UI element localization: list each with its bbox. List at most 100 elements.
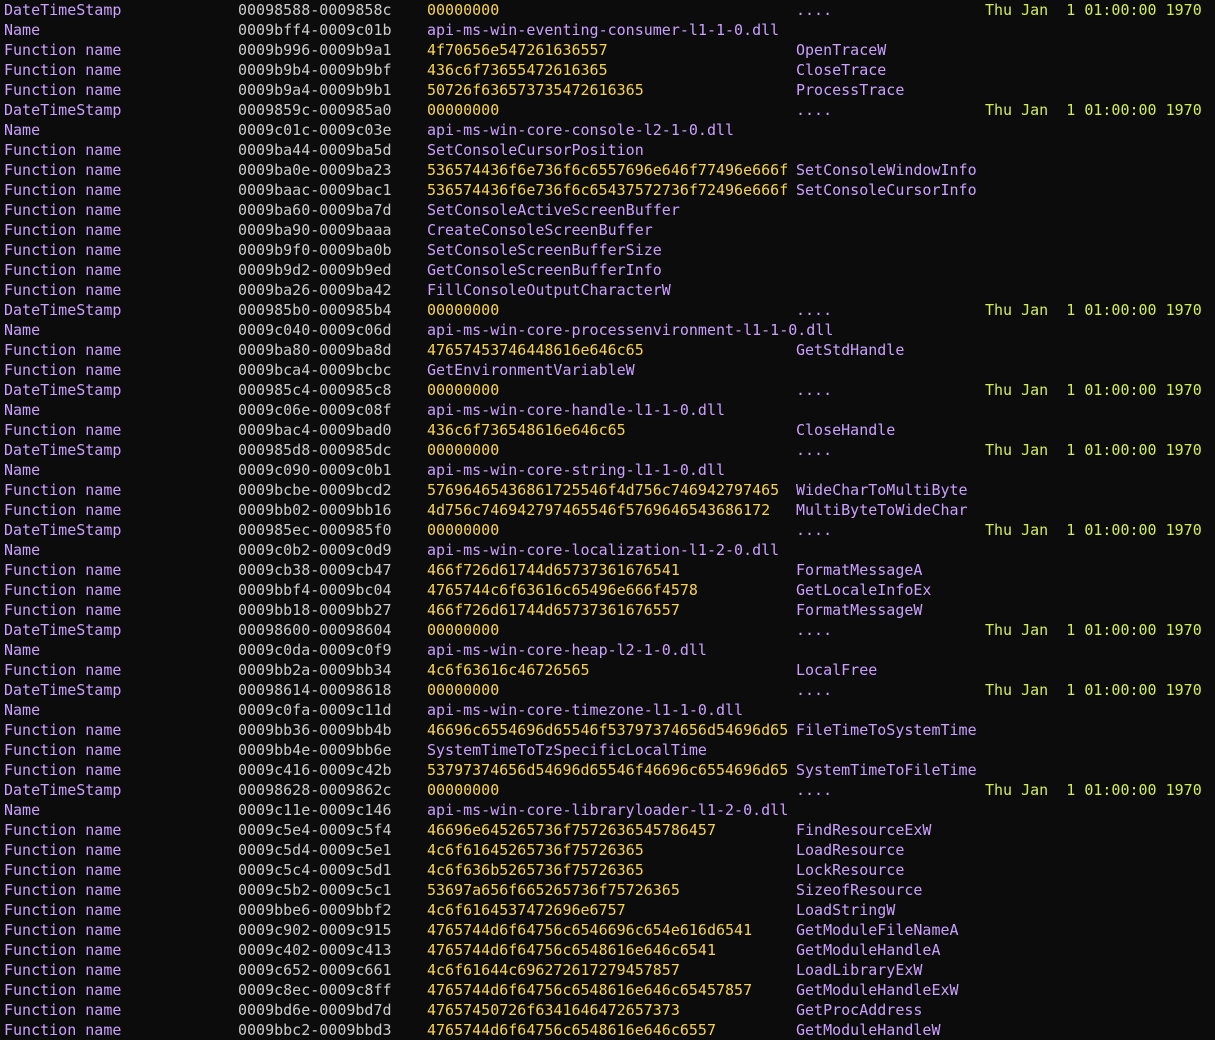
entry-type-label: DateTimeStamp bbox=[4, 781, 122, 799]
entry-type-label: Name bbox=[4, 121, 41, 139]
output-line: Function name 0009b9a4-0009b9b1 50726f6365… bbox=[0, 80, 1215, 100]
entry-value: api-ms-win-core-string-l1-1-0.dll bbox=[427, 461, 726, 479]
address-range: 000985c4-000985c8 bbox=[238, 381, 392, 399]
entry-value: api-ms-win-core-heap-l2-1-0.dll bbox=[427, 641, 707, 659]
decoded-symbol: .... bbox=[796, 781, 833, 799]
entry-type-label: Function name bbox=[4, 941, 122, 959]
entry-value: 00000000 bbox=[427, 381, 500, 399]
entry-value: 4c6f61645265736f75726365 bbox=[427, 841, 644, 859]
entry-value: SystemTimeToTzSpecificLocalTime bbox=[427, 741, 707, 759]
decoded-symbol: CloseHandle bbox=[796, 421, 896, 439]
entry-type-label: Function name bbox=[4, 721, 122, 739]
entry-value: 00000000 bbox=[427, 441, 500, 459]
output-line: Function name 0009c402-0009c413 4765744d6f… bbox=[0, 940, 1215, 960]
output-line: DateTimeStamp 00098614-00098618 00000000..… bbox=[0, 680, 1215, 700]
timestamp-text: Thu Jan 1 01:00:00 1970 bbox=[985, 681, 1202, 699]
entry-value: api-ms-win-core-processenvironment-l1-1-… bbox=[427, 321, 834, 339]
entry-value: 00000000 bbox=[427, 301, 500, 319]
entry-value: 466f726d61744d65737361676557 bbox=[427, 601, 680, 619]
output-line: Function name 0009b9d2-0009b9ed GetConsole… bbox=[0, 260, 1215, 280]
entry-value: CreateConsoleScreenBuffer bbox=[427, 221, 653, 239]
entry-value: api-ms-win-core-timezone-l1-1-0.dll bbox=[427, 701, 744, 719]
entry-type-label: Function name bbox=[4, 601, 122, 619]
entry-type-label: Function name bbox=[4, 421, 122, 439]
entry-value: 4765744d6f64756c6548616e646c65457857 bbox=[427, 981, 753, 999]
entry-type-label: Function name bbox=[4, 41, 122, 59]
entry-type-label: Function name bbox=[4, 221, 122, 239]
entry-value: 47657450726f6341646472657373 bbox=[427, 1001, 680, 1019]
decoded-symbol: LoadResource bbox=[796, 841, 905, 859]
address-range: 0009859c-000985a0 bbox=[238, 101, 392, 119]
entry-type-label: Name bbox=[4, 701, 41, 719]
entry-type-label: Name bbox=[4, 461, 41, 479]
entry-type-label: Function name bbox=[4, 861, 122, 879]
output-line: Name 0009c11e-0009c146 api-ms-win-core-lib… bbox=[0, 800, 1215, 820]
entry-value: 46696c6554696d65546f53797374656d54696d65 bbox=[427, 721, 789, 739]
decoded-symbol: WideCharToMultiByte bbox=[796, 481, 968, 499]
output-line: Function name 0009ba0e-0009ba23 536574436f… bbox=[0, 160, 1215, 180]
address-range: 0009ba90-0009baaa bbox=[238, 221, 392, 239]
address-range: 0009c5d4-0009c5e1 bbox=[238, 841, 392, 859]
address-range: 0009c090-0009c0b1 bbox=[238, 461, 392, 479]
entry-value: 536574436f6e736f6c65437572736f72496e666f bbox=[427, 181, 789, 199]
output-line: Function name 0009cb38-0009cb47 466f726d61… bbox=[0, 560, 1215, 580]
decoded-symbol: ProcessTrace bbox=[796, 81, 905, 99]
decoded-symbol: FormatMessageW bbox=[796, 601, 923, 619]
output-line: Function name 0009c5e4-0009c5f4 46696e6452… bbox=[0, 820, 1215, 840]
entry-value: 4c6f63616c46726565 bbox=[427, 661, 590, 679]
decoded-symbol: .... bbox=[796, 301, 833, 319]
entry-type-label: DateTimeStamp bbox=[4, 441, 122, 459]
address-range: 00098588-0009858c bbox=[238, 1, 392, 19]
output-line: Function name 0009c5c4-0009c5d1 4c6f636b52… bbox=[0, 860, 1215, 880]
entry-value: 4765744d6f64756c6548616e646c6541 bbox=[427, 941, 716, 959]
terminal-output[interactable]: DateTimeStamp 00098588-0009858c 00000000..… bbox=[0, 0, 1215, 1040]
address-range: 0009b9b4-0009b9bf bbox=[238, 61, 392, 79]
decoded-symbol: .... bbox=[796, 521, 833, 539]
address-range: 0009bbe6-0009bbf2 bbox=[238, 901, 392, 919]
address-range: 0009bff4-0009c01b bbox=[238, 21, 392, 39]
address-range: 0009bb36-0009bb4b bbox=[238, 721, 392, 739]
entry-type-label: Function name bbox=[4, 1021, 122, 1039]
address-range: 0009c8ec-0009c8ff bbox=[238, 981, 392, 999]
entry-value: 466f726d61744d65737361676541 bbox=[427, 561, 680, 579]
output-line: Function name 0009bca4-0009bcbc GetEnviron… bbox=[0, 360, 1215, 380]
decoded-symbol: GetProcAddress bbox=[796, 1001, 923, 1019]
entry-value: SetConsoleActiveScreenBuffer bbox=[427, 201, 680, 219]
output-line: Name 0009c0fa-0009c11d api-ms-win-core-tim… bbox=[0, 700, 1215, 720]
address-range: 0009bca4-0009bcbc bbox=[238, 361, 392, 379]
entry-type-label: Function name bbox=[4, 921, 122, 939]
entry-value: 4c6f61644c696272617279457857 bbox=[427, 961, 680, 979]
decoded-symbol: LockResource bbox=[796, 861, 905, 879]
entry-type-label: Name bbox=[4, 401, 41, 419]
output-line: Function name 0009c5b2-0009c5c1 53697a656f… bbox=[0, 880, 1215, 900]
address-range: 0009bb18-0009bb27 bbox=[238, 601, 392, 619]
address-range: 0009bd6e-0009bd7d bbox=[238, 1001, 392, 1019]
decoded-symbol: .... bbox=[796, 101, 833, 119]
address-range: 0009c652-0009c661 bbox=[238, 961, 392, 979]
entry-type-label: Function name bbox=[4, 761, 122, 779]
output-line: Name 0009bff4-0009c01b api-ms-win-eventing… bbox=[0, 20, 1215, 40]
output-line: Function name 0009bd6e-0009bd7d 4765745072… bbox=[0, 1000, 1215, 1020]
address-range: 0009c5e4-0009c5f4 bbox=[238, 821, 392, 839]
timestamp-text: Thu Jan 1 01:00:00 1970 bbox=[985, 101, 1202, 119]
output-line: Function name 0009ba26-0009ba42 FillConsol… bbox=[0, 280, 1215, 300]
entry-value: 4765744c6f63616c65496e666f4578 bbox=[427, 581, 698, 599]
entry-value: 4765744d6f64756c6548616e646c6557 bbox=[427, 1021, 716, 1039]
entry-value: 436c6f73655472616365 bbox=[427, 61, 608, 79]
address-range: 0009c902-0009c915 bbox=[238, 921, 392, 939]
decoded-symbol: FileTimeToSystemTime bbox=[796, 721, 977, 739]
output-line: Function name 0009ba80-0009ba8d 4765745374… bbox=[0, 340, 1215, 360]
entry-type-label: DateTimeStamp bbox=[4, 521, 122, 539]
output-line: Function name 0009c902-0009c915 4765744d6f… bbox=[0, 920, 1215, 940]
address-range: 00098600-00098604 bbox=[238, 621, 392, 639]
address-range: 0009ba26-0009ba42 bbox=[238, 281, 392, 299]
entry-value: 00000000 bbox=[427, 521, 500, 539]
decoded-symbol: FormatMessageA bbox=[796, 561, 923, 579]
entry-type-label: Function name bbox=[4, 281, 122, 299]
decoded-symbol: GetModuleFileNameA bbox=[796, 921, 959, 939]
output-line: Function name 0009bac4-0009bad0 436c6f7365… bbox=[0, 420, 1215, 440]
decoded-symbol: LocalFree bbox=[796, 661, 878, 679]
output-line: Function name 0009bbe6-0009bbf2 4c6f616453… bbox=[0, 900, 1215, 920]
output-line: Function name 0009bb02-0009bb16 4d756c7469… bbox=[0, 500, 1215, 520]
entry-type-label: Function name bbox=[4, 341, 122, 359]
